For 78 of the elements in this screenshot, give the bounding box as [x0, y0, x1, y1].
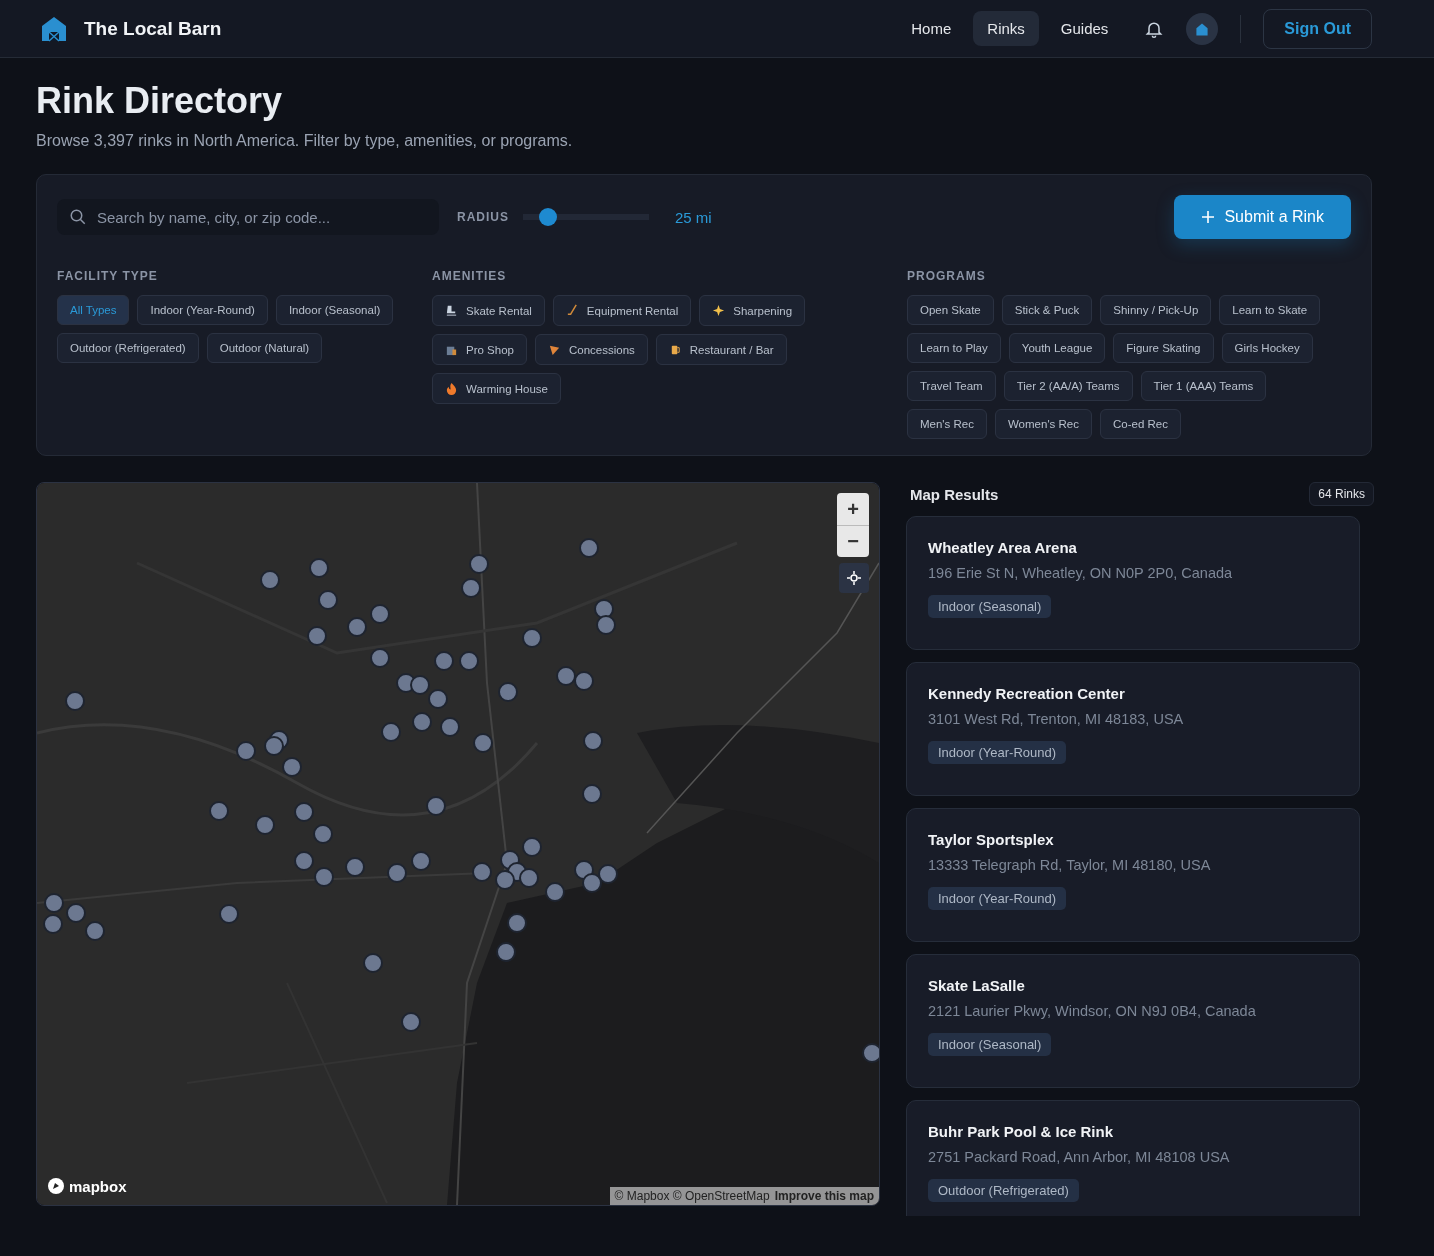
facility-tag: Indoor (Year-Round) — [928, 887, 1067, 910]
avatar-icon[interactable] — [1186, 12, 1219, 45]
mapbox-logo-icon — [47, 1177, 65, 1195]
filter-chip[interactable]: Skate Rental — [432, 295, 545, 326]
zoom-out-button[interactable]: − — [837, 525, 869, 557]
filter-chip[interactable]: Men's Rec — [907, 409, 987, 439]
zoom-in-button[interactable]: + — [837, 493, 869, 525]
filter-chip[interactable]: Shinny / Pick-Up — [1100, 295, 1212, 325]
rink-address: 2751 Packard Road, Ann Arbor, MI 48108 USA — [928, 1149, 1231, 1165]
result-count: 64 Rinks — [1309, 482, 1374, 506]
filter-chip[interactable]: Indoor (Year-Round) — [137, 295, 268, 325]
filter-chip[interactable]: Co-ed Rec — [1100, 409, 1181, 439]
filter-chip[interactable]: Open Skate — [907, 295, 994, 325]
filter-chip[interactable]: Tier 1 (AAA) Teams — [1140, 371, 1267, 401]
page-subtitle: Browse 3,397 rinks in North America. Filter by type, amenities, or programs. — [36, 132, 574, 150]
rink-name: Buhr Park Pool & Ice Rink — [928, 1123, 1115, 1140]
flame-icon — [445, 382, 458, 395]
rink-name: Kennedy Recreation Center — [928, 685, 1126, 702]
submit-rink-button[interactable]: Submit a Rink — [1174, 195, 1351, 239]
rink-card[interactable]: Buhr Park Pool & Ice Rink 2751 Packard Road, Ann Arbor, MI 48108 USA Outdoor (Refrigerated) — [906, 1100, 1360, 1216]
plus-icon — [1201, 210, 1216, 224]
improve-map-link[interactable]: Improve this map — [774, 1189, 874, 1203]
rink-address: 3101 West Rd, Trenton, MI 48183, USA — [928, 711, 1185, 727]
locate-button[interactable] — [839, 563, 869, 593]
filter-chip[interactable]: Indoor (Seasonal) — [275, 295, 394, 325]
slider-thumb[interactable] — [539, 208, 558, 226]
rink-address: 196 Erie St N, Wheatley, ON N0P 2P0, Canada — [928, 565, 1234, 581]
radius-value: 25 mi — [675, 208, 712, 226]
hockey-stick-icon — [565, 304, 579, 317]
pizza-icon — [547, 343, 561, 356]
filter-chip[interactable]: Stick & Puck — [1001, 295, 1093, 325]
rink-name: Skate LaSalle — [928, 977, 1026, 994]
filter-chip[interactable]: Youth League — [1008, 333, 1106, 363]
map-attribution: © Mapbox © OpenStreetMap — [614, 1189, 770, 1203]
filter-chip[interactable]: Pro Shop — [432, 334, 527, 365]
mapbox-logo-text: mapbox — [69, 1177, 127, 1195]
sparkle-icon — [712, 304, 726, 317]
skate-icon — [445, 304, 458, 317]
filter-chip[interactable]: All Types — [57, 295, 130, 325]
rink-address: 13333 Telegraph Rd, Taylor, MI 48180, USA — [928, 857, 1212, 873]
filter-chip[interactable]: Restaurant / Bar — [655, 334, 787, 365]
filter-chip[interactable]: Equipment Rental — [552, 295, 692, 326]
facility-tag: Indoor (Seasonal) — [928, 1033, 1052, 1056]
rink-card[interactable]: Skate LaSalle 2121 Laurier Pkwy, Windsor, ON N9J 0B4, Canada Indoor (Seasonal) — [906, 954, 1360, 1088]
filter-chip[interactable]: Learn to Play — [907, 333, 1001, 363]
filter-chip[interactable]: Sharpening — [699, 295, 806, 326]
facility-tag: Outdoor (Refrigerated) — [928, 1179, 1079, 1202]
radius-label: RADIUS — [457, 210, 509, 224]
filter-chip[interactable]: Tier 2 (AA/A) Teams — [1003, 371, 1133, 401]
nav-link[interactable]: Home — [897, 11, 966, 46]
rink-card[interactable]: Wheatley Area Arena 196 Erie St N, Wheatley, ON N0P 2P0, Canada Indoor (Seasonal) — [906, 516, 1360, 650]
filter-chip[interactable]: Travel Team — [907, 371, 996, 401]
section-heading: FACILITY TYPE — [57, 269, 159, 283]
section-heading: AMENITIES — [432, 269, 508, 283]
filter-chip[interactable]: Outdoor (Refrigerated) — [57, 333, 199, 363]
filter-chip[interactable]: Learn to Skate — [1219, 295, 1321, 325]
rink-name: Taylor Sportsplex — [928, 831, 1055, 848]
nav-link[interactable]: Rinks — [973, 11, 1039, 46]
sign-out-button[interactable]: Sign Out — [1263, 8, 1372, 49]
brand-name[interactable]: The Local Barn — [84, 17, 222, 40]
filter-chip[interactable]: Women's Rec — [994, 409, 1092, 439]
rink-card[interactable]: Taylor Sportsplex 13333 Telegraph Rd, Taylor, MI 48180, USA Indoor (Year-Round) — [906, 808, 1360, 942]
results-title: Map Results — [910, 485, 999, 503]
filter-chip[interactable]: Concessions — [534, 334, 648, 365]
rink-name: Wheatley Area Arena — [928, 539, 1078, 556]
section-heading: PROGRAMS — [907, 269, 987, 283]
rink-address: 2121 Laurier Pkwy, Windsor, ON N9J 0B4, Canada — [928, 1003, 1257, 1019]
nav-link[interactable]: Guides — [1046, 11, 1123, 46]
filter-chip[interactable]: Warming House — [432, 373, 562, 404]
filter-chip[interactable]: Figure Skating — [1113, 333, 1214, 363]
search-field[interactable]: Search by name, city, or zip code... — [57, 199, 439, 235]
crosshair-icon — [847, 571, 861, 585]
filter-chip[interactable]: Girls Hockey — [1221, 333, 1313, 363]
filter-chip[interactable]: Outdoor (Natural) — [206, 333, 323, 363]
facility-tag: Indoor (Year-Round) — [928, 741, 1067, 764]
facility-tag: Indoor (Seasonal) — [928, 595, 1052, 618]
page-title: Rink Directory — [36, 80, 284, 122]
rink-card[interactable]: Kennedy Recreation Center 3101 West Rd, Trenton, MI 48183, USA Indoor (Year-Round) — [906, 662, 1360, 796]
